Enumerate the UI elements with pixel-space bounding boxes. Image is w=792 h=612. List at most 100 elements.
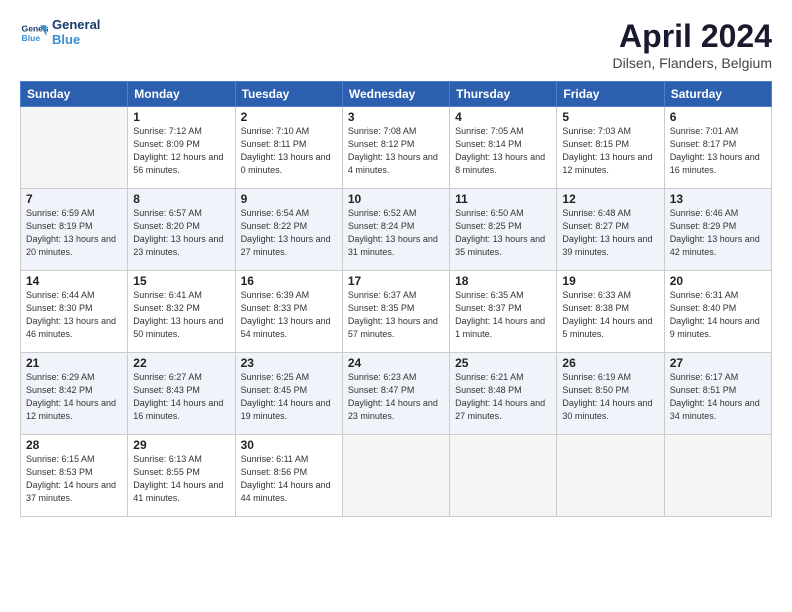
svg-text:Blue: Blue [22, 33, 41, 43]
calendar-cell-3-7: 20Sunrise: 6:31 AMSunset: 8:40 PMDayligh… [664, 271, 771, 353]
calendar-week-5: 28Sunrise: 6:15 AMSunset: 8:53 PMDayligh… [21, 435, 772, 517]
weekday-header-wednesday: Wednesday [342, 82, 449, 107]
day-number: 5 [562, 110, 658, 124]
day-number: 10 [348, 192, 444, 206]
day-info: Sunrise: 6:33 AMSunset: 8:38 PMDaylight:… [562, 289, 658, 341]
calendar-cell-3-2: 15Sunrise: 6:41 AMSunset: 8:32 PMDayligh… [128, 271, 235, 353]
day-info: Sunrise: 6:15 AMSunset: 8:53 PMDaylight:… [26, 453, 122, 505]
logo-text: GeneralBlue [52, 18, 100, 48]
day-info: Sunrise: 6:11 AMSunset: 8:56 PMDaylight:… [241, 453, 337, 505]
weekday-header-sunday: Sunday [21, 82, 128, 107]
day-info: Sunrise: 6:37 AMSunset: 8:35 PMDaylight:… [348, 289, 444, 341]
month-title: April 2024 [612, 18, 772, 55]
day-info: Sunrise: 7:03 AMSunset: 8:15 PMDaylight:… [562, 125, 658, 177]
day-number: 1 [133, 110, 229, 124]
day-info: Sunrise: 7:01 AMSunset: 8:17 PMDaylight:… [670, 125, 766, 177]
day-number: 14 [26, 274, 122, 288]
day-info: Sunrise: 7:12 AMSunset: 8:09 PMDaylight:… [133, 125, 229, 177]
day-info: Sunrise: 6:48 AMSunset: 8:27 PMDaylight:… [562, 207, 658, 259]
calendar-cell-4-1: 21Sunrise: 6:29 AMSunset: 8:42 PMDayligh… [21, 353, 128, 435]
logo-icon: General Blue [20, 19, 48, 47]
day-info: Sunrise: 7:08 AMSunset: 8:12 PMDaylight:… [348, 125, 444, 177]
day-number: 20 [670, 274, 766, 288]
day-info: Sunrise: 6:54 AMSunset: 8:22 PMDaylight:… [241, 207, 337, 259]
day-info: Sunrise: 6:57 AMSunset: 8:20 PMDaylight:… [133, 207, 229, 259]
weekday-header-thursday: Thursday [450, 82, 557, 107]
calendar-cell-1-5: 4Sunrise: 7:05 AMSunset: 8:14 PMDaylight… [450, 107, 557, 189]
calendar-cell-4-3: 23Sunrise: 6:25 AMSunset: 8:45 PMDayligh… [235, 353, 342, 435]
day-number: 26 [562, 356, 658, 370]
calendar-week-3: 14Sunrise: 6:44 AMSunset: 8:30 PMDayligh… [21, 271, 772, 353]
calendar-cell-1-1 [21, 107, 128, 189]
day-info: Sunrise: 7:10 AMSunset: 8:11 PMDaylight:… [241, 125, 337, 177]
calendar-cell-3-6: 19Sunrise: 6:33 AMSunset: 8:38 PMDayligh… [557, 271, 664, 353]
location: Dilsen, Flanders, Belgium [612, 55, 772, 71]
day-number: 4 [455, 110, 551, 124]
calendar-cell-5-2: 29Sunrise: 6:13 AMSunset: 8:55 PMDayligh… [128, 435, 235, 517]
day-number: 22 [133, 356, 229, 370]
calendar-cell-3-3: 16Sunrise: 6:39 AMSunset: 8:33 PMDayligh… [235, 271, 342, 353]
day-number: 18 [455, 274, 551, 288]
day-info: Sunrise: 6:17 AMSunset: 8:51 PMDaylight:… [670, 371, 766, 423]
day-number: 13 [670, 192, 766, 206]
day-info: Sunrise: 6:52 AMSunset: 8:24 PMDaylight:… [348, 207, 444, 259]
day-number: 29 [133, 438, 229, 452]
calendar-week-1: 1Sunrise: 7:12 AMSunset: 8:09 PMDaylight… [21, 107, 772, 189]
weekday-header-monday: Monday [128, 82, 235, 107]
day-info: Sunrise: 6:31 AMSunset: 8:40 PMDaylight:… [670, 289, 766, 341]
day-number: 21 [26, 356, 122, 370]
calendar-cell-2-5: 11Sunrise: 6:50 AMSunset: 8:25 PMDayligh… [450, 189, 557, 271]
day-number: 15 [133, 274, 229, 288]
calendar-cell-4-2: 22Sunrise: 6:27 AMSunset: 8:43 PMDayligh… [128, 353, 235, 435]
calendar-cell-5-3: 30Sunrise: 6:11 AMSunset: 8:56 PMDayligh… [235, 435, 342, 517]
calendar-week-2: 7Sunrise: 6:59 AMSunset: 8:19 PMDaylight… [21, 189, 772, 271]
day-info: Sunrise: 6:23 AMSunset: 8:47 PMDaylight:… [348, 371, 444, 423]
logo: General Blue GeneralBlue [20, 18, 100, 48]
calendar-cell-3-5: 18Sunrise: 6:35 AMSunset: 8:37 PMDayligh… [450, 271, 557, 353]
day-info: Sunrise: 6:41 AMSunset: 8:32 PMDaylight:… [133, 289, 229, 341]
day-info: Sunrise: 6:21 AMSunset: 8:48 PMDaylight:… [455, 371, 551, 423]
day-info: Sunrise: 6:35 AMSunset: 8:37 PMDaylight:… [455, 289, 551, 341]
day-info: Sunrise: 6:44 AMSunset: 8:30 PMDaylight:… [26, 289, 122, 341]
day-number: 23 [241, 356, 337, 370]
calendar-cell-3-4: 17Sunrise: 6:37 AMSunset: 8:35 PMDayligh… [342, 271, 449, 353]
day-number: 27 [670, 356, 766, 370]
day-number: 9 [241, 192, 337, 206]
day-info: Sunrise: 6:19 AMSunset: 8:50 PMDaylight:… [562, 371, 658, 423]
calendar-cell-1-2: 1Sunrise: 7:12 AMSunset: 8:09 PMDaylight… [128, 107, 235, 189]
calendar-cell-4-7: 27Sunrise: 6:17 AMSunset: 8:51 PMDayligh… [664, 353, 771, 435]
calendar-cell-2-1: 7Sunrise: 6:59 AMSunset: 8:19 PMDaylight… [21, 189, 128, 271]
calendar-cell-4-6: 26Sunrise: 6:19 AMSunset: 8:50 PMDayligh… [557, 353, 664, 435]
calendar-table: SundayMondayTuesdayWednesdayThursdayFrid… [20, 81, 772, 517]
day-info: Sunrise: 6:59 AMSunset: 8:19 PMDaylight:… [26, 207, 122, 259]
calendar-cell-5-5 [450, 435, 557, 517]
day-info: Sunrise: 6:46 AMSunset: 8:29 PMDaylight:… [670, 207, 766, 259]
calendar-cell-1-6: 5Sunrise: 7:03 AMSunset: 8:15 PMDaylight… [557, 107, 664, 189]
day-info: Sunrise: 6:25 AMSunset: 8:45 PMDaylight:… [241, 371, 337, 423]
header: General Blue GeneralBlue April 2024 Dils… [20, 18, 772, 71]
day-info: Sunrise: 6:27 AMSunset: 8:43 PMDaylight:… [133, 371, 229, 423]
calendar-cell-5-7 [664, 435, 771, 517]
calendar-cell-2-3: 9Sunrise: 6:54 AMSunset: 8:22 PMDaylight… [235, 189, 342, 271]
day-number: 30 [241, 438, 337, 452]
day-number: 11 [455, 192, 551, 206]
weekday-header-row: SundayMondayTuesdayWednesdayThursdayFrid… [21, 82, 772, 107]
calendar-cell-5-6 [557, 435, 664, 517]
day-number: 28 [26, 438, 122, 452]
day-number: 12 [562, 192, 658, 206]
weekday-header-saturday: Saturday [664, 82, 771, 107]
day-number: 16 [241, 274, 337, 288]
calendar-cell-2-4: 10Sunrise: 6:52 AMSunset: 8:24 PMDayligh… [342, 189, 449, 271]
calendar-cell-2-2: 8Sunrise: 6:57 AMSunset: 8:20 PMDaylight… [128, 189, 235, 271]
calendar-cell-4-5: 25Sunrise: 6:21 AMSunset: 8:48 PMDayligh… [450, 353, 557, 435]
title-block: April 2024 Dilsen, Flanders, Belgium [612, 18, 772, 71]
day-info: Sunrise: 6:29 AMSunset: 8:42 PMDaylight:… [26, 371, 122, 423]
weekday-header-friday: Friday [557, 82, 664, 107]
calendar-cell-3-1: 14Sunrise: 6:44 AMSunset: 8:30 PMDayligh… [21, 271, 128, 353]
calendar-cell-1-7: 6Sunrise: 7:01 AMSunset: 8:17 PMDaylight… [664, 107, 771, 189]
day-number: 25 [455, 356, 551, 370]
day-number: 19 [562, 274, 658, 288]
day-number: 7 [26, 192, 122, 206]
calendar-cell-5-4 [342, 435, 449, 517]
day-info: Sunrise: 6:39 AMSunset: 8:33 PMDaylight:… [241, 289, 337, 341]
